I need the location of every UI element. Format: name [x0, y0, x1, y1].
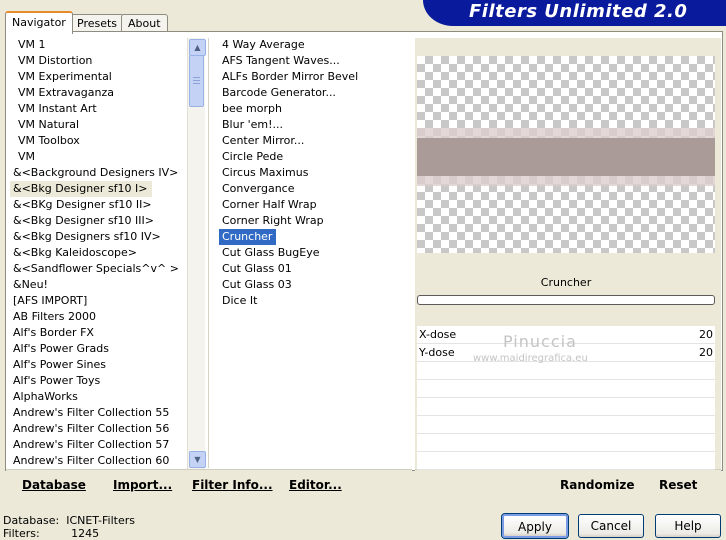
param-value[interactable]: 20 — [699, 344, 713, 361]
category-item[interactable]: VM Distortion — [10, 53, 178, 69]
filter-item[interactable]: Circus Maximus — [219, 165, 399, 181]
editor-button-label: Editor... — [289, 478, 342, 492]
tab-presets[interactable]: Presets — [70, 14, 125, 32]
param-row — [417, 416, 715, 434]
category-item[interactable]: &<Background Designers IV> — [10, 165, 178, 181]
filter-item[interactable]: Convergance — [219, 181, 399, 197]
category-item[interactable]: VM Experimental — [10, 69, 178, 85]
category-item[interactable]: Andrew's Filter Collection 60 — [10, 453, 178, 469]
category-item[interactable]: &<Bkg Designers sf10 IV> — [10, 229, 178, 245]
filter-item[interactable]: Cut Glass 03 — [219, 277, 399, 293]
category-scrollbar[interactable]: ▲ ▼ — [187, 38, 206, 469]
app-title: Filters Unlimited 2.0 — [469, 1, 688, 22]
category-item[interactable]: VM Extravaganza — [10, 85, 178, 101]
preview-filter-name: Cruncher — [540, 276, 592, 289]
category-item[interactable]: [AFS IMPORT] — [10, 293, 178, 309]
editor-button[interactable]: Editor... — [289, 478, 342, 492]
filter-list[interactable]: 4 Way Average AFS Tangent Waves... ALFs Bo… — [219, 37, 399, 309]
category-item[interactable]: Alf's Power Sines — [10, 357, 178, 373]
category-item[interactable]: &Neu! — [10, 277, 178, 293]
footer-database-value: ICNET-Filters — [66, 514, 135, 527]
filter-item[interactable]: Dice It — [219, 293, 399, 309]
cancel-button[interactable]: Cancel — [578, 514, 644, 538]
category-item[interactable]: &<Sandflower Specials^v^ > — [10, 261, 179, 277]
database-button-label: Database — [22, 478, 86, 492]
list-divider — [208, 38, 209, 468]
filter-item[interactable]: Blur 'em!... — [219, 117, 399, 133]
apply-button[interactable]: Apply — [502, 514, 568, 538]
param-row — [417, 452, 715, 470]
category-item[interactable]: &<Bkg Kaleidoscope> — [10, 245, 178, 261]
help-button[interactable]: Help — [655, 514, 721, 538]
filter-item[interactable]: AFS Tangent Waves... — [219, 53, 399, 69]
category-list[interactable]: VM 1 VM Distortion VM Experimental VM Extra… — [10, 37, 179, 469]
category-item[interactable]: &<Bkg Designer sf10 III> — [10, 213, 178, 229]
category-item[interactable]: &<Bkg Designer sf10 I> — [10, 181, 152, 197]
filter-info-button[interactable]: Filter Info... — [192, 478, 273, 492]
param-label: X-dose — [419, 328, 457, 341]
watermark-name: Pinuccia — [503, 332, 577, 351]
database-button[interactable]: Database — [22, 478, 86, 492]
category-item[interactable]: VM Natural — [10, 117, 178, 133]
filter-item[interactable]: Corner Right Wrap — [219, 213, 399, 229]
category-item[interactable]: VM — [10, 149, 178, 165]
param-row — [417, 362, 715, 380]
title-banner: Filters Unlimited 2.0 — [423, 0, 726, 26]
filter-item[interactable]: Circle Pede — [219, 149, 399, 165]
category-item[interactable]: VM Toolbox — [10, 133, 178, 149]
watermark-url: www.maidiregrafica.eu — [473, 353, 588, 364]
category-item[interactable]: Alf's Power Toys — [10, 373, 178, 389]
tab-about[interactable]: About — [121, 14, 168, 32]
filter-info-button-label: Filter Info... — [192, 478, 273, 492]
category-item[interactable]: Alf's Power Grads — [10, 341, 178, 357]
category-item[interactable]: AB Filters 2000 — [10, 309, 178, 325]
scroll-up-icon[interactable]: ▲ — [189, 39, 206, 56]
param-value[interactable]: 20 — [699, 326, 713, 343]
reset-button[interactable]: Reset — [659, 478, 697, 492]
preview-stripe — [417, 138, 715, 176]
category-item[interactable]: Alf's Border FX — [10, 325, 178, 341]
filter-item[interactable]: ALFs Border Mirror Bevel — [219, 69, 399, 85]
filter-item[interactable]: Barcode Generator... — [219, 85, 399, 101]
category-item[interactable]: Andrew's Filter Collection 55 — [10, 405, 178, 421]
category-item[interactable]: VM Instant Art — [10, 101, 178, 117]
category-item[interactable]: AlphaWorks — [10, 389, 178, 405]
randomize-button[interactable]: Randomize — [560, 478, 634, 492]
import-button-label: Import... — [113, 478, 173, 492]
footer-database: Database: ICNET-Filters — [3, 514, 135, 527]
filter-item[interactable]: Cut Glass 01 — [219, 261, 399, 277]
filter-item[interactable]: Center Mirror... — [219, 133, 399, 149]
preview-image — [417, 56, 715, 253]
filter-item[interactable]: Cut Glass BugEye — [219, 245, 399, 261]
category-item[interactable]: VM 1 — [10, 37, 178, 53]
category-item[interactable]: Andrew's Filter Collection 56 — [10, 421, 178, 437]
param-row — [417, 434, 715, 452]
category-item[interactable]: Andrew's Filter Collection 57 — [10, 437, 178, 453]
param-label: Y-dose — [419, 346, 455, 359]
import-button[interactable]: Import... — [113, 478, 172, 492]
scroll-thumb[interactable] — [189, 55, 204, 107]
filter-item[interactable]: Corner Half Wrap — [219, 197, 399, 213]
progress-bar — [417, 295, 715, 305]
param-row — [417, 380, 715, 398]
tab-navigator[interactable]: Navigator — [5, 11, 73, 34]
category-item[interactable]: &<BKg Designer sf10 II> — [10, 197, 178, 213]
scroll-down-icon[interactable]: ▼ — [189, 451, 206, 468]
param-row — [417, 398, 715, 416]
filter-item[interactable]: Cruncher — [219, 229, 277, 245]
filter-item[interactable]: 4 Way Average — [219, 37, 399, 53]
filter-item[interactable]: bee morph — [219, 101, 399, 117]
footer-database-label: Database: — [3, 514, 60, 527]
